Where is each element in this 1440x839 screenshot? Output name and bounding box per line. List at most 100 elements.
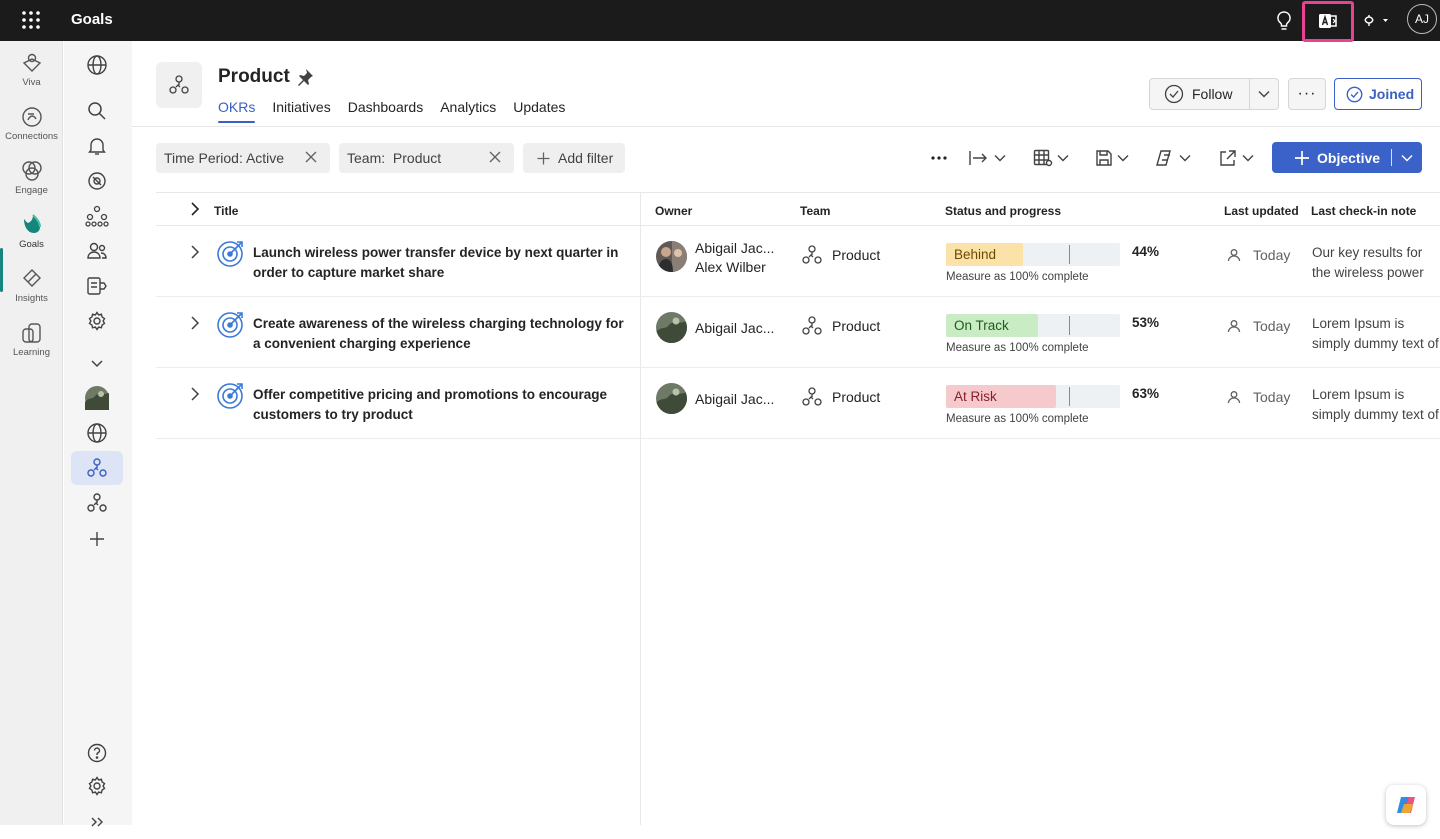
tab-analytics[interactable]: Analytics — [440, 99, 496, 121]
column-header-owner[interactable]: Owner — [655, 204, 692, 218]
person-icon — [1227, 390, 1241, 404]
measure-text: Measure as 100% complete — [946, 271, 1089, 283]
org-tree-icon[interactable] — [71, 199, 123, 233]
tab-okrs[interactable]: OKRs — [218, 99, 256, 123]
progress-bar[interactable]: Behind — [946, 243, 1120, 266]
chevron-right-icon[interactable] — [189, 244, 201, 260]
close-icon[interactable] — [488, 150, 502, 164]
column-header-status[interactable]: Status and progress — [945, 204, 1061, 218]
follow-label: Follow — [1192, 86, 1233, 102]
tab-bar: OKRs Initiatives Dashboards Analytics Up… — [218, 99, 582, 123]
progress-bar[interactable]: On Track — [946, 314, 1120, 337]
viva-icon — [20, 51, 44, 75]
check-in-note[interactable]: Our key results for the wireless power t… — [1312, 243, 1440, 283]
rail-item-label: Connections — [5, 131, 58, 142]
owner-names: Abigail Jac... — [695, 390, 774, 409]
chevron-down-icon[interactable] — [1250, 90, 1278, 98]
rail-item-label: Viva — [22, 77, 41, 88]
owner-name: Abigail Jac... — [695, 320, 775, 336]
rail-item-engage[interactable]: Engage — [0, 153, 63, 207]
new-objective-button[interactable]: Objective — [1272, 142, 1422, 173]
close-icon[interactable] — [304, 150, 318, 164]
objective-title[interactable]: Offer competitive pricing and promotions… — [253, 385, 633, 425]
lightbulb-icon[interactable] — [1271, 8, 1297, 34]
report-icon[interactable] — [71, 269, 123, 303]
person-icon — [1227, 319, 1241, 333]
owner-name: Alex Wilber — [695, 259, 766, 275]
team-icon[interactable] — [71, 486, 123, 520]
progress-target-mark — [1069, 316, 1070, 335]
column-header-title[interactable]: Title — [214, 204, 238, 218]
expand-all-button[interactable] — [968, 146, 1006, 170]
status-badge: At Risk — [954, 389, 997, 404]
search-icon[interactable] — [71, 94, 123, 128]
check-in-note[interactable]: Lorem Ipsum is simply dummy text of the … — [1312, 314, 1440, 354]
chevron-right-icon[interactable] — [189, 315, 201, 331]
owner-name: Abigail Jac... — [695, 240, 775, 256]
help-icon[interactable] — [71, 736, 123, 770]
expand-icon[interactable] — [71, 805, 123, 839]
nav-rail — [64, 41, 132, 827]
column-header-last-check-in[interactable]: Last check-in note — [1311, 204, 1416, 218]
filter-chip-time-period[interactable]: Time Period: Active — [156, 143, 330, 173]
team-avatar[interactable] — [71, 381, 123, 415]
check-circle-icon — [1164, 84, 1184, 104]
progress-bar[interactable]: At Risk — [946, 385, 1120, 408]
table-row[interactable]: Offer competitive pricing and promotions… — [156, 368, 1440, 439]
table-row[interactable]: Create awareness of the wireless chargin… — [156, 297, 1440, 368]
joined-button[interactable]: Joined — [1334, 78, 1422, 110]
check-in-note[interactable]: Lorem Ipsum is simply dummy text of the … — [1312, 385, 1440, 425]
globe-icon[interactable] — [71, 416, 123, 450]
product-team-icon[interactable] — [71, 451, 123, 485]
expand-all-chevron-icon[interactable] — [189, 201, 201, 217]
owner-name: Abigail Jac... — [695, 391, 775, 407]
objective-title[interactable]: Launch wireless power transfer device by… — [253, 243, 633, 283]
column-header-last-updated[interactable]: Last updated — [1224, 204, 1299, 218]
copilot-icon[interactable] — [1386, 785, 1426, 825]
view-button[interactable] — [1033, 146, 1069, 170]
rail-item-viva[interactable]: Viva — [0, 45, 63, 99]
rail-item-goals[interactable]: Goals — [0, 207, 63, 261]
chevron-down-icon[interactable] — [1392, 154, 1422, 162]
team-name[interactable]: Product — [832, 389, 880, 405]
tab-initiatives[interactable]: Initiatives — [272, 99, 330, 121]
viva-menu-icon[interactable] — [1360, 8, 1392, 34]
team-name[interactable]: Product — [832, 318, 880, 334]
share-button[interactable] — [1218, 146, 1254, 170]
insights-icon — [20, 267, 44, 291]
more-tools-button[interactable] — [930, 146, 948, 170]
follow-button[interactable]: Follow — [1149, 78, 1279, 110]
save-view-button[interactable] — [1095, 146, 1129, 170]
progress-percent: 44% — [1132, 244, 1160, 259]
add-icon[interactable] — [71, 522, 123, 556]
office-icon[interactable] — [1315, 8, 1341, 34]
column-header-team[interactable]: Team — [800, 204, 830, 218]
more-options-button[interactable]: ··· — [1288, 78, 1326, 110]
tab-dashboards[interactable]: Dashboards — [348, 99, 424, 121]
globe-icon[interactable] — [71, 48, 123, 82]
settings-icon[interactable] — [71, 769, 123, 803]
tab-updates[interactable]: Updates — [513, 99, 565, 121]
objective-title[interactable]: Create awareness of the wireless chargin… — [253, 314, 633, 354]
last-updated: Today — [1253, 318, 1291, 334]
pin-icon[interactable] — [296, 68, 314, 86]
owner-names: Abigail Jac... Alex Wilber — [695, 239, 774, 277]
filter-chip-team[interactable]: Team: Product — [339, 143, 514, 173]
table-row[interactable]: Launch wireless power transfer device by… — [156, 226, 1440, 297]
rail-item-connections[interactable]: Connections — [0, 99, 63, 153]
chevron-right-icon[interactable] — [189, 386, 201, 402]
avatar[interactable]: AJ — [1407, 4, 1437, 34]
status-badge: Behind — [954, 247, 997, 262]
settings-icon[interactable] — [71, 304, 123, 338]
bell-icon[interactable] — [71, 129, 123, 163]
copilot-tools-button[interactable] — [1155, 146, 1191, 170]
app-launcher-icon[interactable] — [20, 9, 42, 31]
chevron-down-icon[interactable] — [71, 346, 123, 380]
gauge-icon[interactable] — [71, 164, 123, 198]
team-name[interactable]: Product — [832, 247, 880, 263]
add-filter-button[interactable]: Add filter — [523, 143, 625, 173]
rail-item-learning[interactable]: Learning — [0, 315, 63, 369]
people-icon[interactable] — [71, 234, 123, 268]
rail-item-insights[interactable]: Insights — [0, 261, 63, 315]
chevron-down-icon — [1117, 154, 1129, 162]
